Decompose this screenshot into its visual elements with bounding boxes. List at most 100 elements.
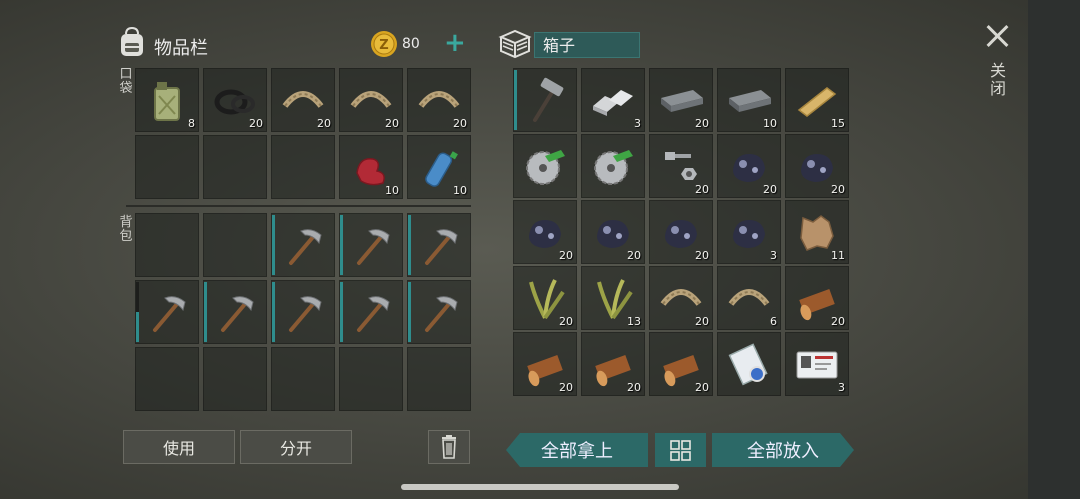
item-count: 3 xyxy=(634,117,641,130)
pocket-slot[interactable]: 20 xyxy=(203,68,267,132)
box-slot[interactable]: 20 xyxy=(513,332,577,396)
close-icon[interactable] xyxy=(984,22,1012,50)
box-slot[interactable]: 20 xyxy=(785,266,849,330)
box-slot[interactable]: 20 xyxy=(785,134,849,198)
backpack-slot[interactable] xyxy=(203,347,267,411)
pocket-slot[interactable] xyxy=(135,135,199,199)
box-slot[interactable]: 20 xyxy=(513,200,577,264)
item-count: 20 xyxy=(695,183,709,196)
box-slot[interactable]: 10 xyxy=(717,68,781,132)
item-count: 13 xyxy=(627,315,641,328)
backpack-slot[interactable] xyxy=(135,280,199,344)
box-slot[interactable]: 13 xyxy=(581,266,645,330)
pocket-slot[interactable]: 8 xyxy=(135,68,199,132)
backpack-slot[interactable] xyxy=(407,347,471,411)
pocket-label: 口袋 xyxy=(119,67,133,96)
box-name-field[interactable]: 箱子 xyxy=(534,32,640,58)
use-button[interactable]: 使用 xyxy=(123,430,235,464)
box-slot[interactable]: 20 xyxy=(513,266,577,330)
backpack-slot[interactable] xyxy=(271,213,335,277)
home-indicator xyxy=(401,484,679,490)
durability-bar xyxy=(340,282,343,342)
item-count: 20 xyxy=(763,183,777,196)
saw-blade-icon xyxy=(526,150,565,185)
fuel-canister-icon xyxy=(154,82,180,121)
item-count: 11 xyxy=(831,249,845,262)
pickaxe-icon xyxy=(153,296,186,332)
durability-bar xyxy=(514,70,517,130)
pocket-slot[interactable] xyxy=(271,135,335,199)
discard-button[interactable] xyxy=(428,430,470,464)
item-count: 20 xyxy=(831,315,845,328)
pocket-slot[interactable]: 20 xyxy=(271,68,335,132)
item-count: 20 xyxy=(695,381,709,394)
item-count: 8 xyxy=(188,117,195,130)
box-slot[interactable]: 20 xyxy=(717,134,781,198)
pocket-slot[interactable] xyxy=(203,135,267,199)
split-button[interactable]: 分开 xyxy=(240,430,352,464)
pickaxe-icon xyxy=(289,229,322,265)
item-count: 20 xyxy=(695,315,709,328)
item-count: 20 xyxy=(559,381,573,394)
item-count: 10 xyxy=(763,117,777,130)
backpack-slot[interactable] xyxy=(339,213,403,277)
durability-bar xyxy=(136,282,139,342)
box-slot[interactable]: 20 xyxy=(649,332,713,396)
item-count: 20 xyxy=(627,381,641,394)
box-slot[interactable]: 6 xyxy=(717,266,781,330)
box-slot[interactable]: 20 xyxy=(581,332,645,396)
take-all-button[interactable]: 全部拿上 xyxy=(506,433,648,467)
crate-icon xyxy=(498,29,532,59)
box-slot[interactable]: 20 xyxy=(649,266,713,330)
box-slot[interactable] xyxy=(717,332,781,396)
box-slot[interactable]: 20 xyxy=(649,134,713,198)
durability-bar xyxy=(204,282,207,342)
backpack-slot[interactable] xyxy=(407,213,471,277)
sort-button[interactable] xyxy=(655,433,706,467)
backpack-label: 背包 xyxy=(119,215,133,244)
item-count: 20 xyxy=(249,117,263,130)
add-coins-button[interactable]: + xyxy=(444,30,466,56)
pocket-slot[interactable]: 20 xyxy=(339,68,403,132)
box-slot[interactable] xyxy=(581,134,645,198)
put-all-button[interactable]: 全部放入 xyxy=(712,433,854,467)
box-slot[interactable]: 3 xyxy=(717,200,781,264)
backpack-slot[interactable] xyxy=(271,280,335,344)
box-slot[interactable]: 11 xyxy=(785,200,849,264)
iron-ore-icon xyxy=(733,220,765,248)
item-count: 20 xyxy=(695,117,709,130)
pocket-slot[interactable]: 20 xyxy=(407,68,471,132)
backpack-slot[interactable] xyxy=(135,347,199,411)
item-count: 20 xyxy=(453,117,467,130)
durability-bar xyxy=(272,282,275,342)
box-slot[interactable]: 20 xyxy=(649,200,713,264)
pocket-slot[interactable]: 10 xyxy=(407,135,471,199)
svg-text:Z: Z xyxy=(379,38,388,53)
box-slot[interactable]: 15 xyxy=(785,68,849,132)
close-label[interactable]: 关闭 xyxy=(988,62,1008,98)
pocket-slot[interactable]: 10 xyxy=(339,135,403,199)
backpack-slot[interactable] xyxy=(339,280,403,344)
saw-blade-icon xyxy=(594,150,633,185)
backpack-icon xyxy=(121,26,143,56)
backpack-slot[interactable] xyxy=(339,347,403,411)
backpack-slot[interactable] xyxy=(203,213,267,277)
item-count: 20 xyxy=(831,183,845,196)
pickaxe-icon xyxy=(425,296,458,332)
item-count: 20 xyxy=(559,315,573,328)
backpack-slot[interactable] xyxy=(135,213,199,277)
box-slot[interactable]: 20 xyxy=(649,68,713,132)
backpack-slot[interactable] xyxy=(407,280,471,344)
durability-bar xyxy=(408,215,411,275)
right-side-panel xyxy=(1028,0,1080,499)
box-slot[interactable] xyxy=(513,134,577,198)
backpack-slot[interactable] xyxy=(203,280,267,344)
box-slot[interactable]: 20 xyxy=(581,200,645,264)
box-slot[interactable]: 3 xyxy=(785,332,849,396)
box-slot[interactable]: 3 xyxy=(581,68,645,132)
box-slot[interactable] xyxy=(513,68,577,132)
coin-count: 80 xyxy=(402,36,420,52)
backpack-slot[interactable] xyxy=(271,347,335,411)
item-count: 3 xyxy=(770,249,777,262)
aluminum-ingot-icon xyxy=(593,90,633,116)
